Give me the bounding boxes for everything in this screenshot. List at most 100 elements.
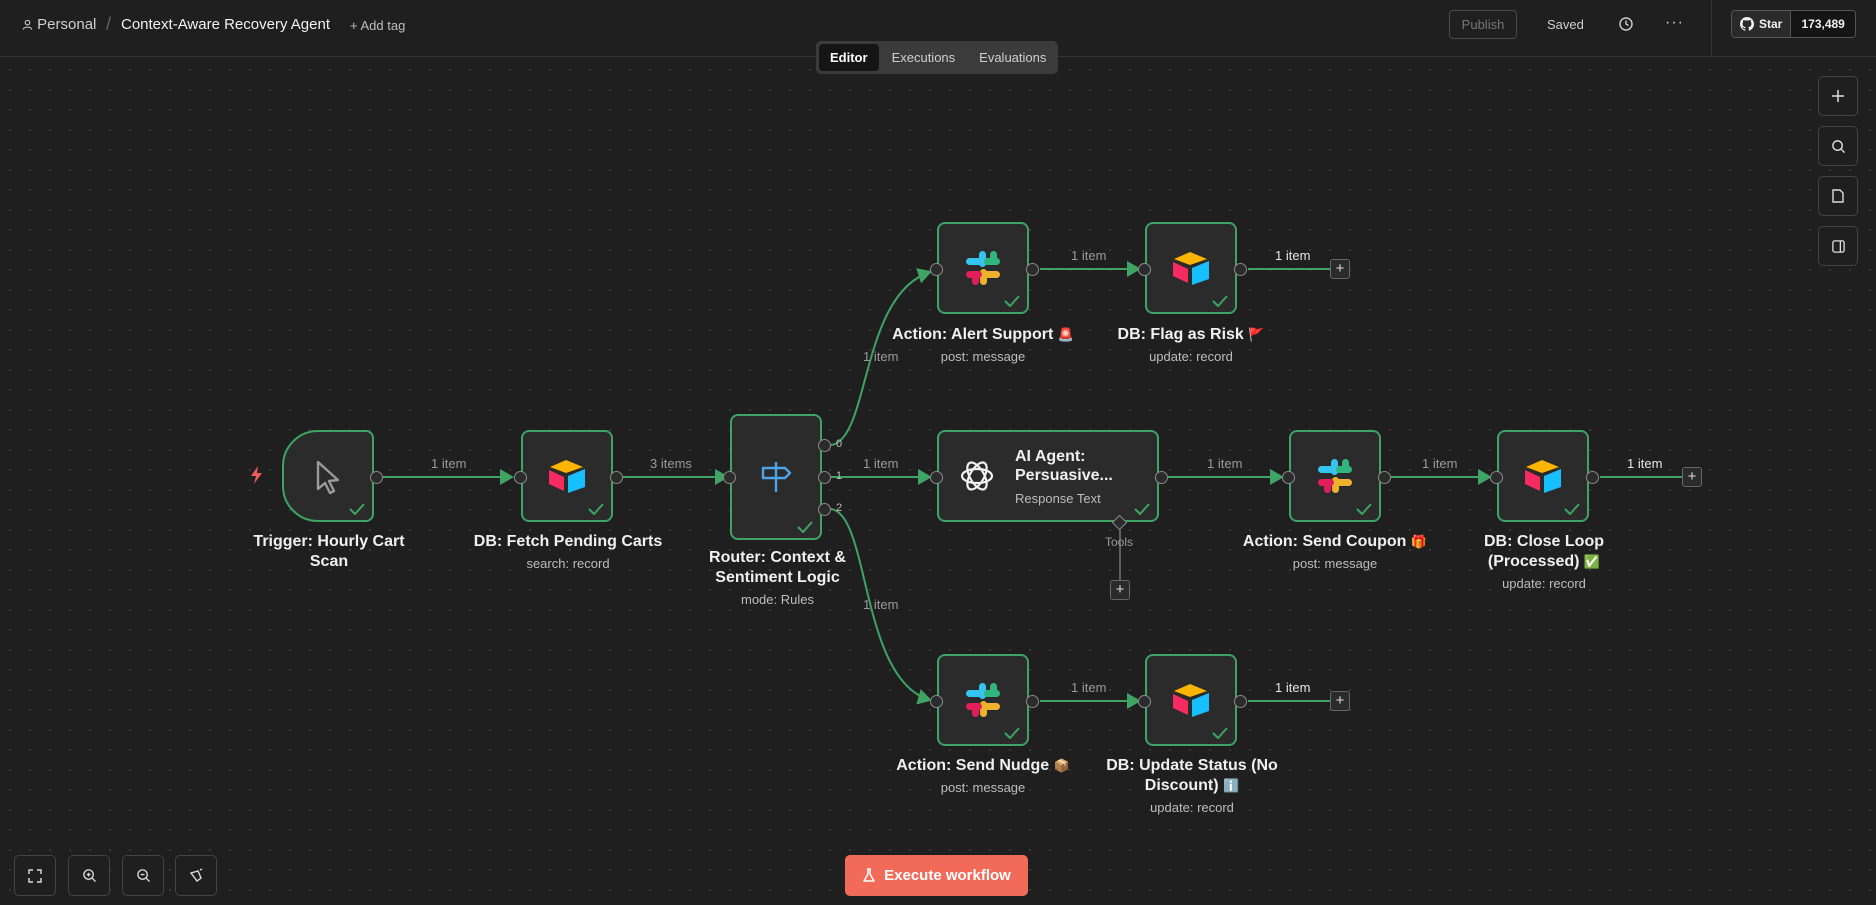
github-star-button[interactable]: Star 173,489: [1731, 10, 1856, 38]
node-send-coupon[interactable]: [1289, 430, 1381, 522]
trigger-bolt-icon: [251, 466, 262, 484]
node-alert-title-text: Action: Alert Support: [892, 326, 1054, 343]
add-next-node-button[interactable]: +: [1330, 259, 1350, 279]
edge-label: 1 item: [1071, 680, 1107, 695]
output-port[interactable]: [1155, 471, 1168, 484]
agent-text: AI Agent: Persuasive... Response Text: [1015, 447, 1135, 506]
node-ai-agent[interactable]: AI Agent: Persuasive... Response Text: [937, 430, 1159, 522]
breadcrumb-separator: /: [106, 14, 112, 34]
input-port[interactable]: [1138, 263, 1151, 276]
input-port[interactable]: [514, 471, 527, 484]
node-update-status[interactable]: [1145, 654, 1237, 746]
node-router[interactable]: [730, 414, 822, 540]
output-port[interactable]: [1586, 471, 1599, 484]
add-next-node-button[interactable]: +: [1682, 467, 1702, 487]
node-fetch-subtitle: search: record: [526, 556, 610, 571]
zoom-in-button[interactable]: [68, 855, 110, 896]
input-port[interactable]: [1138, 695, 1151, 708]
slack-icon: [1318, 459, 1352, 493]
input-port[interactable]: [1282, 471, 1295, 484]
gift-emoji: 🎁: [1410, 534, 1428, 549]
input-port[interactable]: [930, 263, 943, 276]
node-agent-subtitle: Response Text: [1015, 490, 1101, 506]
node-flag-title: DB: Flag as Risk 🚩: [1086, 325, 1296, 345]
success-check-icon: [349, 503, 365, 515]
output-port[interactable]: [370, 471, 383, 484]
output-port-0[interactable]: [818, 439, 831, 452]
add-tool-button[interactable]: +: [1110, 580, 1130, 600]
publish-button[interactable]: Publish: [1449, 10, 1517, 39]
node-nudge-subtitle: post: message: [940, 780, 1026, 795]
node-trigger[interactable]: [282, 430, 374, 522]
input-port[interactable]: [1490, 471, 1503, 484]
github-star[interactable]: Star: [1732, 11, 1792, 37]
edge-label: 1 item: [431, 456, 467, 471]
breadcrumb-personal[interactable]: Personal: [22, 16, 96, 33]
node-fetch-pending-carts[interactable]: [521, 430, 613, 522]
success-check-icon: [797, 521, 813, 533]
input-port[interactable]: [930, 471, 943, 484]
slack-icon: [966, 683, 1000, 717]
node-alert-subtitle: post: message: [940, 349, 1026, 364]
breadcrumb-personal-label: Personal: [37, 16, 97, 33]
sticky-note-icon: [1832, 189, 1844, 203]
view-tabs: Editor Executions Evaluations: [816, 41, 1058, 74]
edge-label: 1 item: [1275, 248, 1311, 263]
tab-editor[interactable]: Editor: [819, 44, 879, 71]
edge-label: 1 item: [863, 456, 899, 471]
toggle-panel-button[interactable]: [1818, 226, 1858, 266]
history-icon[interactable]: [1616, 14, 1636, 34]
search-nodes-button[interactable]: [1818, 126, 1858, 166]
node-router-subtitle: mode: Rules: [741, 592, 814, 607]
output-port-1[interactable]: [818, 471, 831, 484]
input-port[interactable]: [723, 471, 736, 484]
tools-label: Tools: [1105, 535, 1134, 549]
output-port[interactable]: [1234, 695, 1247, 708]
zoom-out-icon: [136, 869, 150, 883]
output-port-2[interactable]: [818, 503, 831, 516]
workflow-title[interactable]: Context-Aware Recovery Agent: [121, 16, 330, 33]
success-check-icon: [1564, 503, 1580, 515]
execute-workflow-label: Execute workflow: [884, 867, 1011, 884]
plus-icon: [1832, 90, 1844, 102]
more-options-icon[interactable]: ···: [1665, 14, 1684, 32]
execute-workflow-button[interactable]: Execute workflow: [845, 855, 1028, 896]
node-trigger-title: Trigger: Hourly Cart Scan: [253, 533, 405, 570]
output-port[interactable]: [1026, 263, 1039, 276]
output-port[interactable]: [610, 471, 623, 484]
tab-evaluations[interactable]: Evaluations: [968, 44, 1057, 71]
add-tag-button[interactable]: + Add tag: [350, 18, 405, 33]
tidy-up-button[interactable]: [175, 855, 217, 896]
github-icon: [1740, 17, 1754, 31]
zoom-out-button[interactable]: [122, 855, 164, 896]
node-coupon-title: Action: Send Coupon 🎁: [1220, 532, 1450, 552]
success-check-icon: [1212, 727, 1228, 739]
cursor-icon: [316, 460, 340, 495]
edge-label: 1 item: [863, 597, 899, 612]
node-status-title-text: DB: Update Status (No Discount): [1106, 757, 1278, 794]
edge-label: 1 item: [1627, 456, 1663, 471]
edge-label: 1 item: [1422, 456, 1458, 471]
zoom-in-icon: [82, 869, 96, 883]
node-close-subtitle: update: record: [1502, 576, 1586, 591]
sticky-note-button[interactable]: [1818, 176, 1858, 216]
flag-emoji: 🚩: [1248, 327, 1265, 342]
output-port[interactable]: [1026, 695, 1039, 708]
edge-label: 3 items: [650, 456, 692, 471]
tab-executions[interactable]: Executions: [881, 44, 967, 71]
edge-label: 1 item: [863, 349, 899, 364]
node-status-subtitle: update: record: [1150, 800, 1234, 815]
router-output-2-label: 2: [836, 502, 843, 514]
output-port[interactable]: [1234, 263, 1247, 276]
node-alert-support[interactable]: [937, 222, 1029, 314]
fit-view-button[interactable]: [14, 855, 56, 896]
add-node-button[interactable]: [1818, 76, 1858, 116]
output-port[interactable]: [1378, 471, 1391, 484]
node-close-loop[interactable]: [1497, 430, 1589, 522]
add-next-node-button[interactable]: +: [1330, 691, 1350, 711]
airtable-icon: [1525, 460, 1561, 493]
node-flag-as-risk[interactable]: [1145, 222, 1237, 314]
node-status-title: DB: Update Status (No Discount) ℹ️: [1096, 756, 1288, 796]
node-send-nudge[interactable]: [937, 654, 1029, 746]
input-port[interactable]: [930, 695, 943, 708]
